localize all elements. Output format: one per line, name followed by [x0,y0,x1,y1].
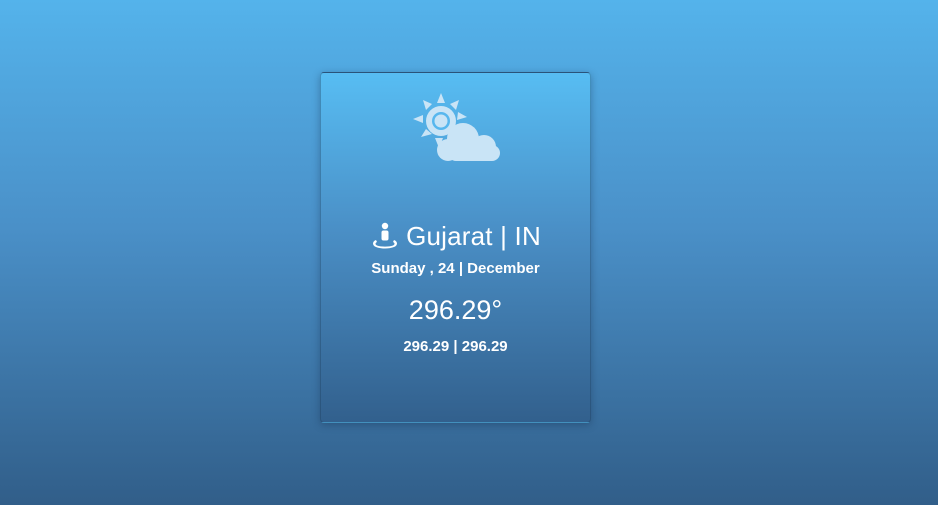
location-person-icon [373,222,398,249]
temperature-value: 296.29° [408,295,503,325]
date-text: Sunday , 24 | December [371,260,540,277]
weather-card: Gujarat | IN Sunday , 24 | December 296.… [320,72,591,423]
location-heading: Gujarat | IN [321,218,590,254]
partly-cloudy-icon [413,93,500,161]
location-text: Gujarat | IN [406,220,541,251]
min-max-temperature: 296.29 | 296.29 [403,338,508,355]
